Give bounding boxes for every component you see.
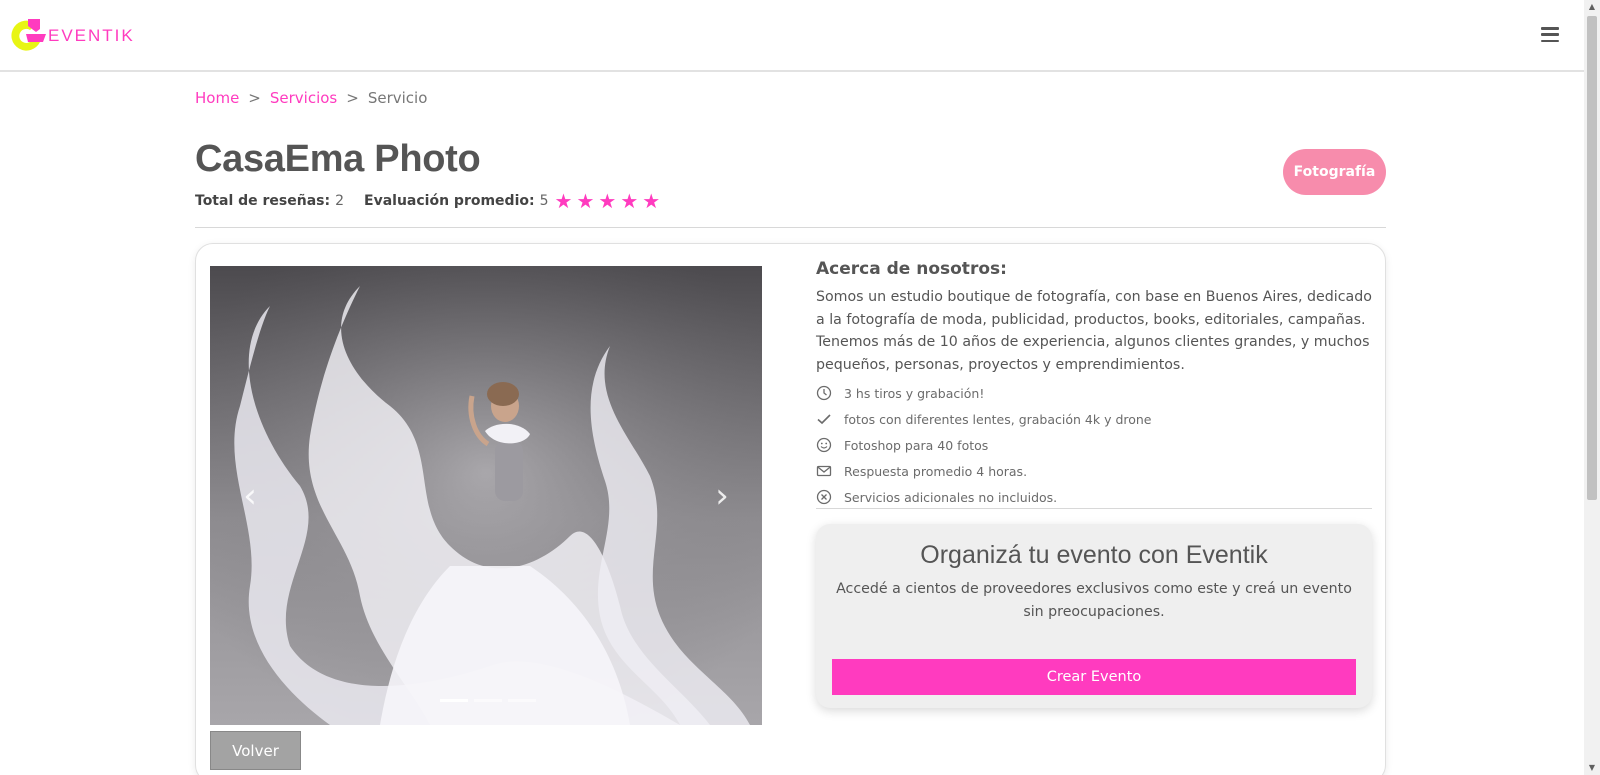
category-badge[interactable]: Fotografía xyxy=(1283,149,1386,195)
reviews-label: Total de reseñas: xyxy=(195,193,331,209)
eventik-logo[interactable]: EVENTIK xyxy=(6,16,156,56)
cta-text: Accedé a cientos de proveedores exclusiv… xyxy=(836,581,1352,620)
breadcrumb: Home > Servicios > Servicio xyxy=(195,89,427,107)
feature-list: 3 hs tiros y grabación! fotos con difere… xyxy=(816,380,1372,510)
star-icon: ★ xyxy=(642,189,661,213)
hamburger-line xyxy=(1541,27,1559,30)
back-button[interactable]: Volver xyxy=(210,731,301,770)
star-icon: ★ xyxy=(554,189,573,213)
star-icon: ★ xyxy=(576,189,595,213)
breadcrumb-servicios[interactable]: Servicios xyxy=(270,89,337,107)
smile-icon xyxy=(816,437,832,453)
envelope-icon xyxy=(816,465,832,477)
scroll-up-arrow-icon[interactable]: ▲ xyxy=(1584,0,1600,14)
star-icon: ★ xyxy=(620,189,639,213)
carousel-indicator[interactable] xyxy=(474,699,502,702)
divider xyxy=(816,508,1372,509)
scroll-down-arrow-icon[interactable]: ▼ xyxy=(1584,761,1600,775)
breadcrumb-home[interactable]: Home xyxy=(195,89,239,107)
chevron-left-icon[interactable]: ‹ xyxy=(230,466,270,526)
logo-text: EVENTIK xyxy=(48,26,135,45)
create-event-button[interactable]: Crear Evento xyxy=(832,659,1356,695)
page-title: CasaEma Photo xyxy=(195,138,481,180)
photo-carousel[interactable]: ‹ › xyxy=(210,266,762,725)
review-stats: Total de reseñas: 2 Evaluación promedio:… xyxy=(195,189,661,213)
feature-text: Respuesta promedio 4 horas. xyxy=(844,463,1028,479)
feature-text: Fotoshop para 40 fotos xyxy=(844,437,989,453)
reviews-count: 2 xyxy=(335,193,345,209)
hamburger-icon[interactable] xyxy=(1541,27,1559,42)
feature-text: fotos con diferentes lentes, grabación 4… xyxy=(844,411,1152,427)
feature-item: fotos con diferentes lentes, grabación 4… xyxy=(816,406,1372,432)
clock-icon xyxy=(816,385,832,401)
star-icon: ★ xyxy=(598,189,617,213)
scrollbar-thumb[interactable] xyxy=(1587,16,1597,500)
divider xyxy=(195,227,1386,228)
rating-value: 5 xyxy=(539,193,549,209)
feature-item: Fotoshop para 40 fotos xyxy=(816,432,1372,458)
page-scrollbar[interactable]: ▲ ▼ xyxy=(1584,0,1600,775)
breadcrumb-separator: > xyxy=(346,89,359,107)
carousel-indicator[interactable] xyxy=(440,699,468,702)
x-circle-icon xyxy=(816,489,832,505)
rating-stars: ★ ★ ★ ★ ★ xyxy=(554,189,661,213)
hamburger-line xyxy=(1541,39,1559,42)
top-navbar: EVENTIK xyxy=(0,0,1584,72)
feature-text: 3 hs tiros y grabación! xyxy=(844,385,985,401)
about-title: Acerca de nosotros: xyxy=(816,259,1007,279)
feature-item: Respuesta promedio 4 horas. xyxy=(816,458,1372,484)
breadcrumb-current: Servicio xyxy=(367,89,428,107)
carousel-image xyxy=(210,266,762,725)
cta-box: Organizá tu evento con Eventik Accedé a … xyxy=(816,524,1372,708)
breadcrumb-separator: > xyxy=(248,89,261,107)
feature-item: 3 hs tiros y grabación! xyxy=(816,380,1372,406)
rating-label: Evaluación promedio: xyxy=(364,193,535,209)
cta-title: Organizá tu evento con Eventik xyxy=(920,541,1268,569)
logo-icon xyxy=(11,19,46,51)
carousel-indicator[interactable] xyxy=(508,699,536,702)
check-icon xyxy=(817,414,831,425)
carousel-indicators xyxy=(440,699,536,702)
feature-item: Servicios adicionales no incluidos. xyxy=(816,484,1372,510)
feature-text: Servicios adicionales no incluidos. xyxy=(844,489,1058,505)
chevron-right-icon[interactable]: › xyxy=(702,466,742,526)
hamburger-line xyxy=(1541,33,1559,36)
about-text: Somos un estudio boutique de fotografía,… xyxy=(816,289,1372,373)
